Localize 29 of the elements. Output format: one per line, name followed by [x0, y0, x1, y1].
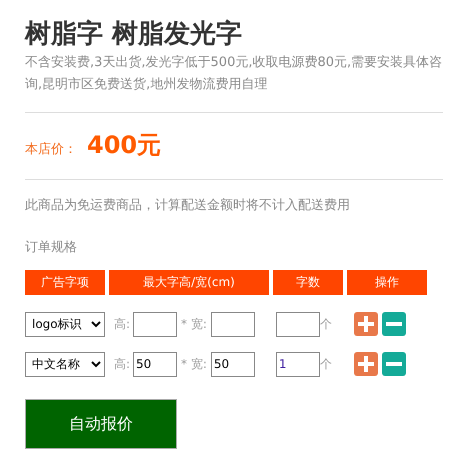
height-label: 高:: [114, 316, 130, 332]
height-field[interactable]: [133, 312, 178, 336]
price-label: 本店价：: [25, 141, 77, 158]
remove-row-icon[interactable]: [382, 312, 406, 336]
count-field[interactable]: 1: [276, 352, 320, 376]
product-description: 不含安装费,3天出货,发光字低于500元,收取电源费80元,需要安装具体咨询,昆明市区免费送货,地州发物流费用自理: [25, 54, 443, 94]
count-field[interactable]: [276, 312, 320, 336]
column-header: 最大字高/宽(cm): [109, 270, 269, 295]
quote-button[interactable]: 自动报价: [25, 399, 177, 449]
price-value: 400元: [87, 130, 162, 161]
add-row-icon[interactable]: [354, 352, 378, 376]
column-header: 操作: [347, 270, 427, 295]
column-header: 广告字项: [25, 270, 105, 295]
add-row-icon[interactable]: [354, 312, 378, 336]
item-type-select[interactable]: 中文名称: [25, 352, 105, 376]
column-header: 字数: [273, 270, 343, 295]
width-field[interactable]: 50: [210, 352, 255, 376]
width-field[interactable]: [210, 312, 255, 336]
section-label: 订单规格: [25, 239, 78, 256]
unit-label: 个: [320, 316, 332, 332]
width-label: * 宽:: [181, 356, 207, 372]
height-label: 高:: [114, 356, 130, 372]
shipping-note: 此商品为免运费商品，计算配送金额时将不计入配送费用: [25, 197, 351, 214]
width-label: * 宽:: [181, 316, 207, 332]
remove-row-icon[interactable]: [382, 352, 406, 376]
product-title: 树脂字 树脂发光字: [25, 18, 244, 51]
height-field[interactable]: 50: [133, 352, 178, 376]
item-type-select[interactable]: logo标识: [25, 312, 105, 336]
unit-label: 个: [320, 356, 332, 372]
